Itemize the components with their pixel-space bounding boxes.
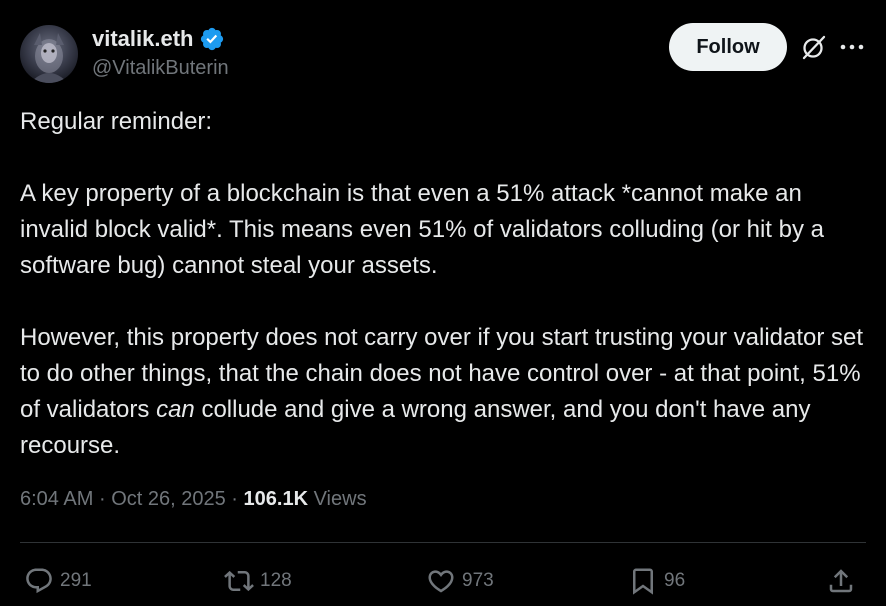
views-count: 106.1K — [243, 488, 309, 510]
bookmark-button[interactable]: 96 — [628, 566, 685, 596]
tweet-emphasis: can — [156, 396, 195, 423]
display-name[interactable]: vitalik.eth — [92, 26, 193, 52]
like-button[interactable]: 973 — [426, 566, 494, 596]
more-options-icon[interactable] — [838, 33, 866, 61]
divider — [20, 542, 866, 543]
tweet-metadata: 6:04 AM · Oct 26, 2025 · 106.1K Views — [20, 488, 367, 511]
repost-icon — [224, 570, 254, 592]
author-name-row[interactable]: vitalik.eth — [92, 26, 225, 52]
like-count: 973 — [462, 570, 494, 591]
reply-count: 291 — [60, 570, 92, 591]
meta-separator: · — [231, 488, 238, 510]
share-button[interactable] — [826, 566, 856, 596]
reply-icon — [26, 568, 52, 594]
tweet-paragraph-3: However, this property does not carry ov… — [20, 320, 875, 464]
repost-button[interactable]: 128 — [224, 566, 292, 596]
grok-icon[interactable] — [800, 33, 828, 61]
tweet-text: Regular reminder: A key property of a bl… — [20, 104, 875, 464]
repost-count: 128 — [260, 570, 292, 591]
tweet-time[interactable]: 6:04 AM — [20, 488, 93, 510]
follow-button[interactable]: Follow — [669, 23, 787, 71]
avatar-image — [30, 33, 68, 83]
author-handle[interactable]: @VitalikButerin — [92, 57, 229, 80]
meta-separator: · — [98, 488, 106, 510]
tweet-paragraph-2: A key property of a blockchain is that e… — [20, 180, 824, 279]
bookmark-icon — [633, 568, 653, 595]
tweet-paragraph-1: Regular reminder: — [20, 108, 213, 135]
avatar[interactable] — [20, 25, 78, 83]
share-icon — [829, 569, 853, 593]
views-label: Views — [313, 488, 367, 510]
tweet-date[interactable]: Oct 26, 2025 — [111, 488, 226, 510]
bookmark-count: 96 — [664, 570, 686, 591]
reply-button[interactable]: 291 — [24, 566, 92, 596]
verified-badge-icon[interactable] — [199, 26, 225, 52]
action-bar: 291 128 973 96 — [20, 560, 866, 600]
like-icon — [428, 570, 454, 593]
